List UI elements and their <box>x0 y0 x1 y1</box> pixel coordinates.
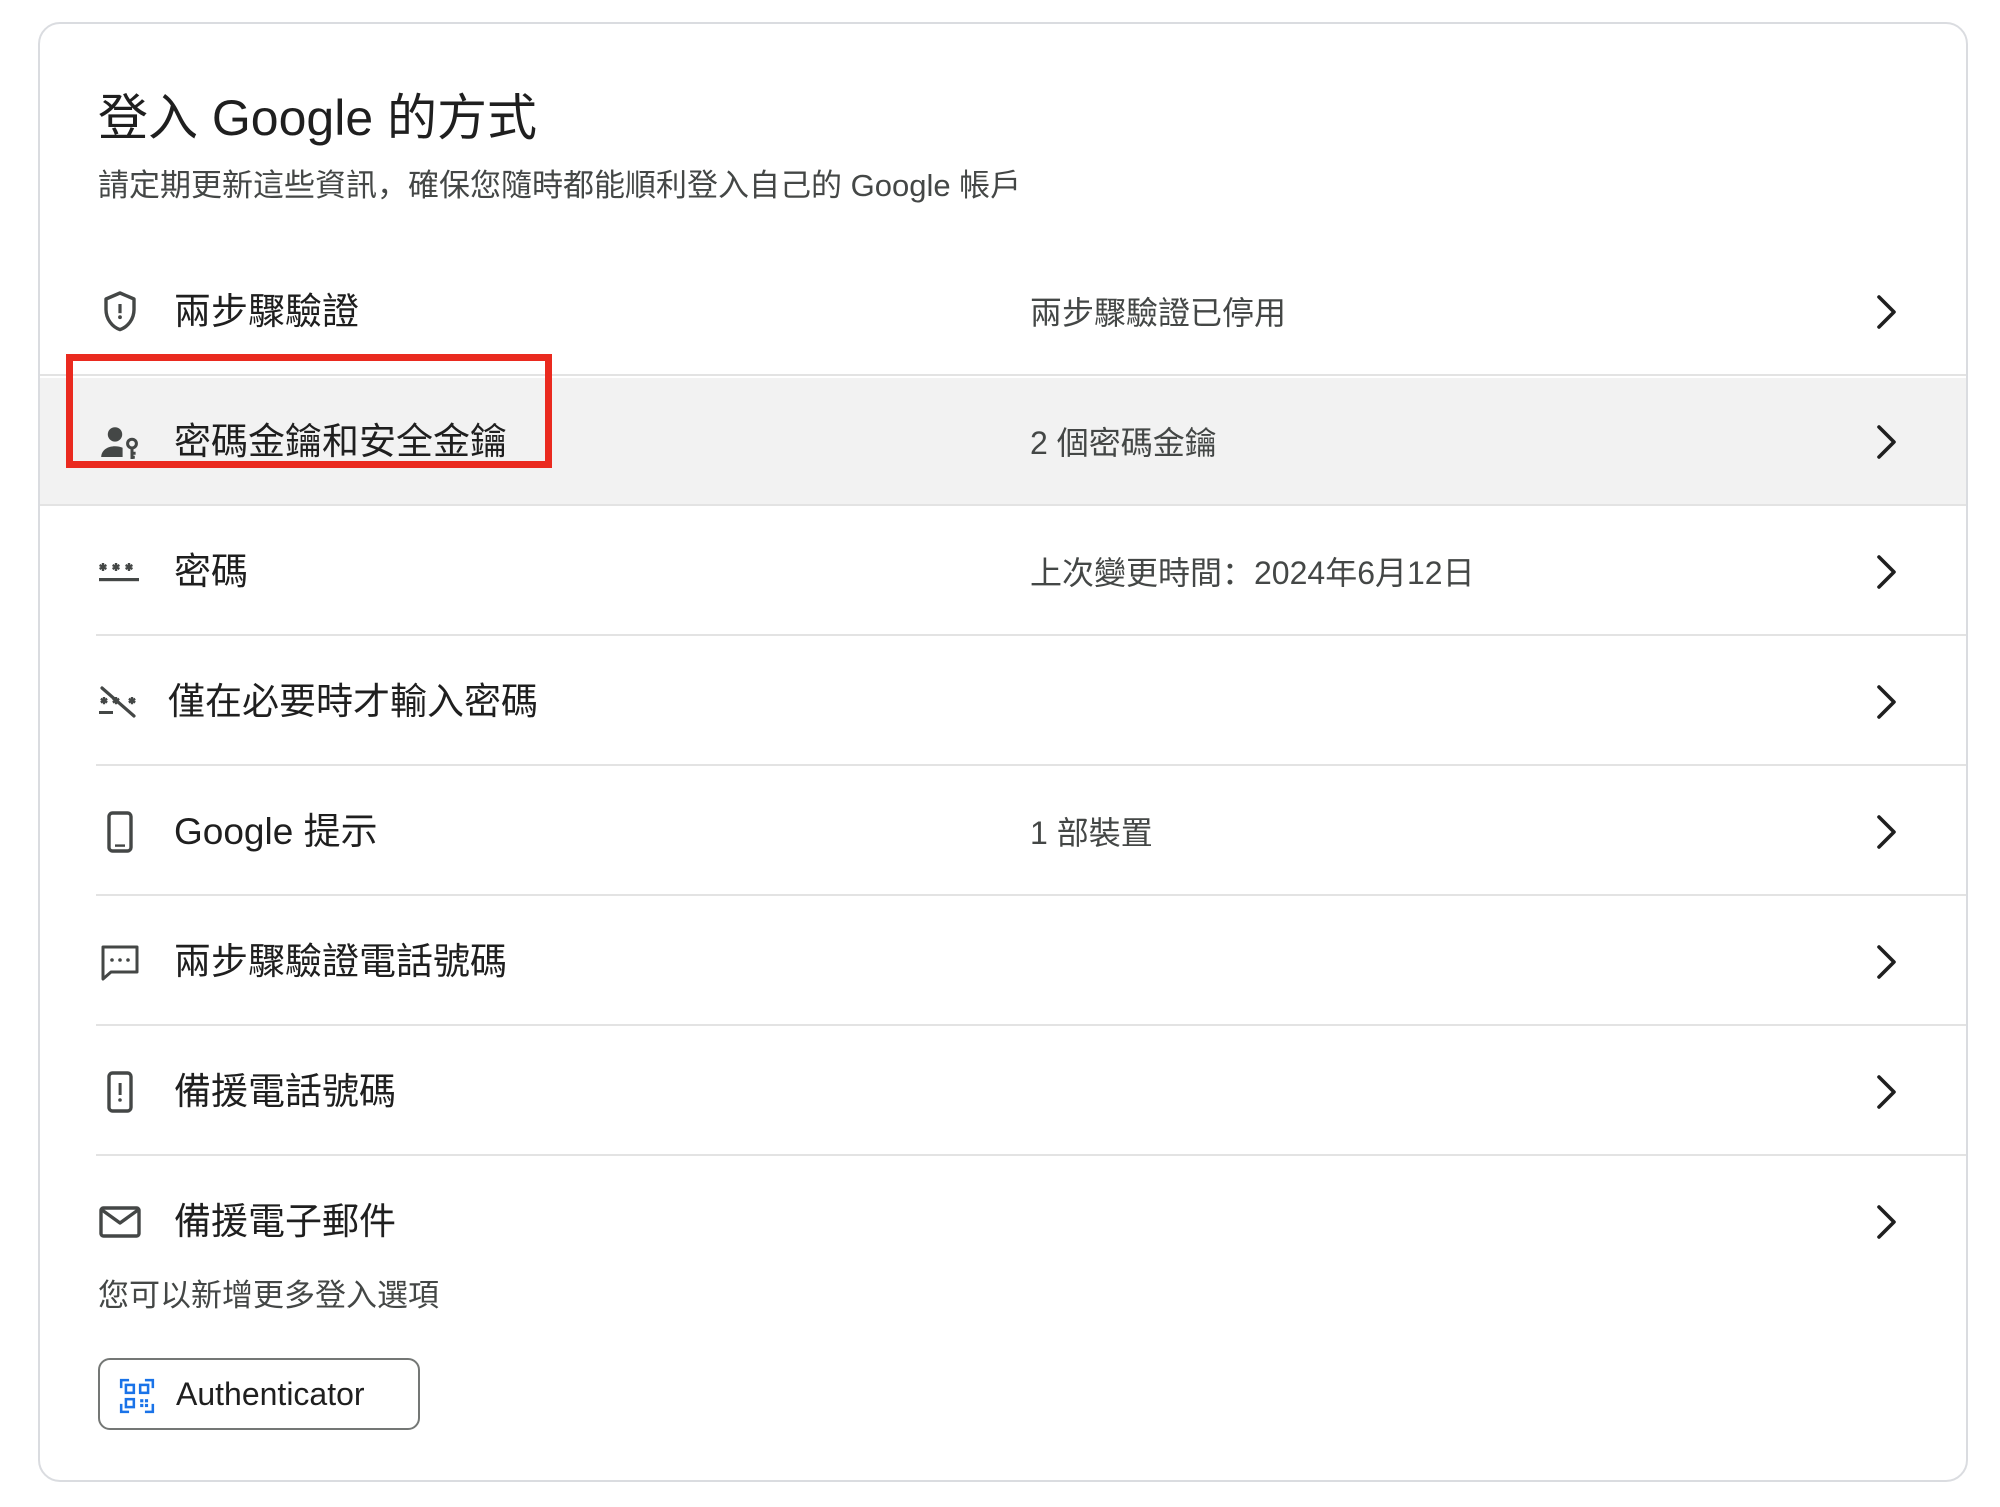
row-label: 密碼 <box>174 551 248 592</box>
shield-icon <box>96 288 144 336</box>
row-label: 兩步驟驗證電話號碼 <box>174 941 507 982</box>
row-divider <box>96 894 1966 896</box>
more-options-text: 您可以新增更多登入選項 <box>98 1278 439 1313</box>
row-label: 備援電話號碼 <box>174 1071 396 1112</box>
chevron-right-icon <box>1862 938 1910 986</box>
phone-alert-icon <box>96 1068 144 1116</box>
section-title: 登入 Google 的方式 <box>98 90 538 146</box>
row-passkeys-security-keys[interactable]: 密碼金鑰和安全金鑰 2 個密碼金鑰 <box>40 378 1966 506</box>
qr-code-icon <box>118 1377 156 1415</box>
row-value: 上次變更時間：2024年6月12日 <box>1030 555 1475 591</box>
row-value: 1 部裝置 <box>1030 815 1153 851</box>
authenticator-label: Authenticator <box>176 1376 365 1412</box>
row-value: 兩步驟驗證已停用 <box>1030 295 1287 331</box>
row-label: 備援電子郵件 <box>174 1201 396 1242</box>
chevron-right-icon <box>1862 1198 1910 1246</box>
row-divider <box>96 1154 1966 1156</box>
row-skip-password[interactable]: 僅在必要時才輸入密碼 <box>40 638 1966 766</box>
row-divider <box>40 374 1966 376</box>
row-divider <box>96 764 1966 766</box>
row-recovery-phone[interactable]: 備援電話號碼 <box>40 1028 1966 1156</box>
chevron-right-icon <box>1862 418 1910 466</box>
row-google-prompt[interactable]: Google 提示 1 部裝置 <box>40 768 1966 896</box>
passkey-person-icon <box>96 418 144 466</box>
section-subtitle: 請定期更新這些資訊，確保您隨時都能順利登入自己的 Google 帳戶 <box>98 168 1022 203</box>
chevron-right-icon <box>1862 678 1910 726</box>
row-two-step-phone[interactable]: 兩步驟驗證電話號碼 <box>40 898 1966 1026</box>
row-value: 2 個密碼金鑰 <box>1030 425 1217 461</box>
row-two-step-verification[interactable]: 兩步驟驗證 兩步驟驗證已停用 <box>40 248 1966 376</box>
authenticator-button[interactable]: Authenticator <box>98 1358 420 1430</box>
row-password[interactable]: 密碼 上次變更時間：2024年6月12日 <box>40 508 1966 636</box>
signin-methods-card: 登入 Google 的方式 請定期更新這些資訊，確保您隨時都能順利登入自己的 G… <box>38 22 1968 1482</box>
password-asterisks-icon <box>96 548 144 596</box>
phone-icon <box>96 808 144 856</box>
row-recovery-email[interactable]: 備援電子郵件 <box>40 1158 1966 1286</box>
row-label: 僅在必要時才輸入密碼 <box>168 681 538 722</box>
password-off-icon <box>96 678 144 726</box>
row-divider <box>40 504 1966 506</box>
row-label: 密碼金鑰和安全金鑰 <box>174 421 507 462</box>
chevron-right-icon <box>1862 288 1910 336</box>
chevron-right-icon <box>1862 808 1910 856</box>
row-divider <box>96 1024 1966 1026</box>
row-label: 兩步驟驗證 <box>174 291 359 332</box>
chevron-right-icon <box>1862 1068 1910 1116</box>
message-icon <box>96 938 144 986</box>
row-label: Google 提示 <box>174 811 378 852</box>
mail-icon <box>96 1198 144 1246</box>
row-divider <box>96 634 1966 636</box>
chevron-right-icon <box>1862 548 1910 596</box>
